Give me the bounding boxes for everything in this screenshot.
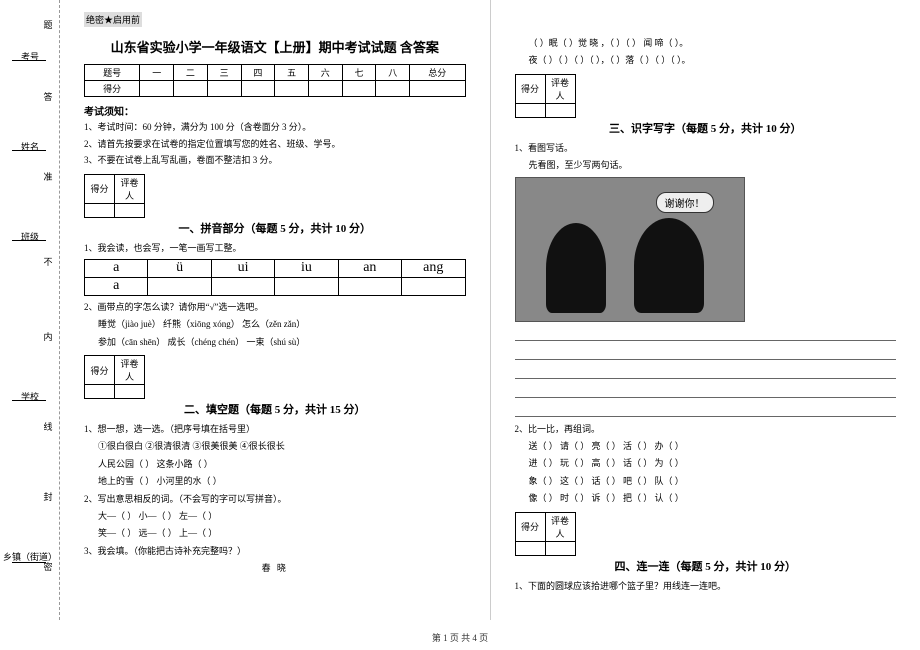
writing-line[interactable] <box>515 327 897 341</box>
q2-line: 人民公园（ ） 这条小路（ ） <box>84 457 466 471</box>
writing-line[interactable] <box>515 403 897 417</box>
pinyin-table: a ü ui iu an ang a <box>84 259 466 296</box>
writing-line[interactable] <box>515 365 897 379</box>
score-row-label: 得分 <box>85 81 140 97</box>
pinyin-cell: ang <box>402 259 465 277</box>
scorebox: 得分评卷人 <box>515 74 576 118</box>
bind-label-class: 班级 <box>10 230 50 243</box>
pinyin-write[interactable] <box>338 277 401 295</box>
q2-pair: 大—（ ） 小—（ ） 左—（ ） <box>84 509 466 523</box>
q1-text2: 2、画带点的字怎么读？请你用“√”选一选吧。 <box>84 300 466 314</box>
right-column: （ ）眠（ ）觉 晓 ，（ ）（ ） 闻 啼（ ）。 夜（ ）（ ）（ ）（ ）… <box>491 0 920 620</box>
poem-line: 夜（ ）（ ）（ ）（ ），（ ）落（ ）（ ）（ ）。 <box>515 53 897 67</box>
q3-row: 进（ ） 玩（ ） 高（ ） 话（ ） 为（ ） <box>515 456 897 470</box>
q2-pair: 笑—（ ） 远—（ ） 上—（ ） <box>84 526 466 540</box>
q2-t1: 1、想一想，选一选。（把序号填在括号里） <box>84 422 466 436</box>
score-h: 总分 <box>410 65 465 81</box>
writing-line[interactable] <box>515 346 897 360</box>
bind-label-id: 考号 <box>10 50 50 63</box>
score-table: 题号 一 二 三 四 五 六 七 八 总分 得分 <box>84 64 466 97</box>
scorebox: 得分评卷人 <box>84 355 145 399</box>
pinyin-cell: a <box>85 259 148 277</box>
notice-line: 2、请首先按要求在试卷的指定位置填写您的姓名、班级、学号。 <box>84 138 466 152</box>
score-cell[interactable] <box>140 81 174 97</box>
score-cell[interactable] <box>410 81 465 97</box>
q3-t2: 先看图，至少写两句话。 <box>515 158 897 172</box>
q1-item: 参加（cān shēn） 成长（chéng chén） 一束（shú sù） <box>84 335 466 349</box>
score-h: 一 <box>140 65 174 81</box>
pinyin-write[interactable] <box>275 277 338 295</box>
notice-line: 3、不要在试卷上乱写乱画，卷面不整洁扣 3 分。 <box>84 154 466 168</box>
illustration: 谢谢你！ <box>515 177 745 322</box>
section-2-title: 二、填空题（每题 5 分，共计 15 分） <box>84 401 466 417</box>
bind-label-name: 姓名 <box>10 140 50 153</box>
score-cell[interactable] <box>376 81 410 97</box>
pinyin-cell: iu <box>275 259 338 277</box>
score-h: 六 <box>308 65 342 81</box>
scorebox-label: 得分 <box>85 174 115 203</box>
q2-t2: 2、写出意思相反的词。（不会写的字可以写拼音）。 <box>84 492 466 506</box>
score-h: 八 <box>376 65 410 81</box>
paper-title: 山东省实验小学一年级语文【上册】期中考试试题 含答案 <box>84 37 466 56</box>
score-cell[interactable] <box>308 81 342 97</box>
score-cell[interactable] <box>207 81 241 97</box>
q2-opts: ①很白很白 ②很清很清 ③很美很美 ④很长很长 <box>84 439 466 453</box>
score-h: 五 <box>275 65 309 81</box>
pinyin-write[interactable] <box>211 277 274 295</box>
binding-strip: 题 考号 答 姓名 准 班级 不 内 学校 线 封 乡镇（街道） 密 <box>0 0 60 620</box>
q3-t3: 2、比一比，再组词。 <box>515 422 897 436</box>
section-4-title: 四、连一连（每题 5 分，共计 10 分） <box>515 558 897 574</box>
scorebox-cell[interactable] <box>85 203 115 217</box>
q1-item: 睡觉（jiào juè） 纤熊（xiōng xóng） 怎么（zěn zǎn） <box>84 317 466 331</box>
scorebox-cell[interactable] <box>115 203 145 217</box>
notice-line: 1、考试时间：60 分钟，满分为 100 分（含卷面分 3 分）。 <box>84 121 466 135</box>
score-h: 七 <box>342 65 376 81</box>
secret-badge: 绝密★启用前 <box>84 12 142 27</box>
scorebox-label: 评卷人 <box>115 174 145 203</box>
pinyin-cell: an <box>338 259 401 277</box>
pinyin-write[interactable] <box>148 277 211 295</box>
section-1-title: 一、拼音部分（每题 5 分，共计 10 分） <box>84 220 466 236</box>
score-cell[interactable] <box>275 81 309 97</box>
score-h: 题号 <box>85 65 140 81</box>
score-h: 二 <box>174 65 208 81</box>
pinyin-write[interactable]: a <box>85 277 148 295</box>
q1-text: 1、我会读，也会写，一笔一画写工整。 <box>84 241 466 255</box>
writing-line[interactable] <box>515 384 897 398</box>
q3-row: 象（ ） 这（ ） 话（ ） 吧（ ） 队（ ） <box>515 474 897 488</box>
speech-bubble: 谢谢你！ <box>656 192 714 213</box>
pinyin-cell: ui <box>211 259 274 277</box>
score-cell[interactable] <box>241 81 275 97</box>
score-cell[interactable] <box>174 81 208 97</box>
poem-line: （ ）眠（ ）觉 晓 ，（ ）（ ） 闻 啼（ ）。 <box>515 36 897 50</box>
scorebox: 得分评卷人 <box>84 174 145 218</box>
q3-row: 像（ ） 时（ ） 诉（ ） 把（ ） 认（ ） <box>515 491 897 505</box>
section-3-title: 三、识字写字（每题 5 分，共计 10 分） <box>515 120 897 136</box>
score-h: 四 <box>241 65 275 81</box>
score-h: 三 <box>207 65 241 81</box>
bind-label-school: 学校 <box>10 390 50 403</box>
q2-line: 地上的雪（ ） 小河里的水（ ） <box>84 474 466 488</box>
q3-row: 送（ ） 请（ ） 亮（ ） 活（ ） 办（ ） <box>515 439 897 453</box>
page-footer: 第 1 页 共 4 页 <box>0 631 920 644</box>
q2-t3: 3、我会填。（你能把古诗补充完整吗？） <box>84 544 466 558</box>
notice-head: 考试须知： <box>84 103 466 118</box>
q4-t1: 1、下面的圆球应该拾进哪个篮子里？用线连一连吧。 <box>515 579 897 593</box>
q3-t1: 1、看图写话。 <box>515 141 897 155</box>
left-column: 绝密★启用前 山东省实验小学一年级语文【上册】期中考试试题 含答案 题号 一 二… <box>60 0 491 620</box>
pinyin-write[interactable] <box>402 277 465 295</box>
score-cell[interactable] <box>342 81 376 97</box>
scorebox: 得分评卷人 <box>515 512 576 556</box>
pinyin-cell: ü <box>148 259 211 277</box>
poem-title: 春 晓 <box>84 561 466 575</box>
